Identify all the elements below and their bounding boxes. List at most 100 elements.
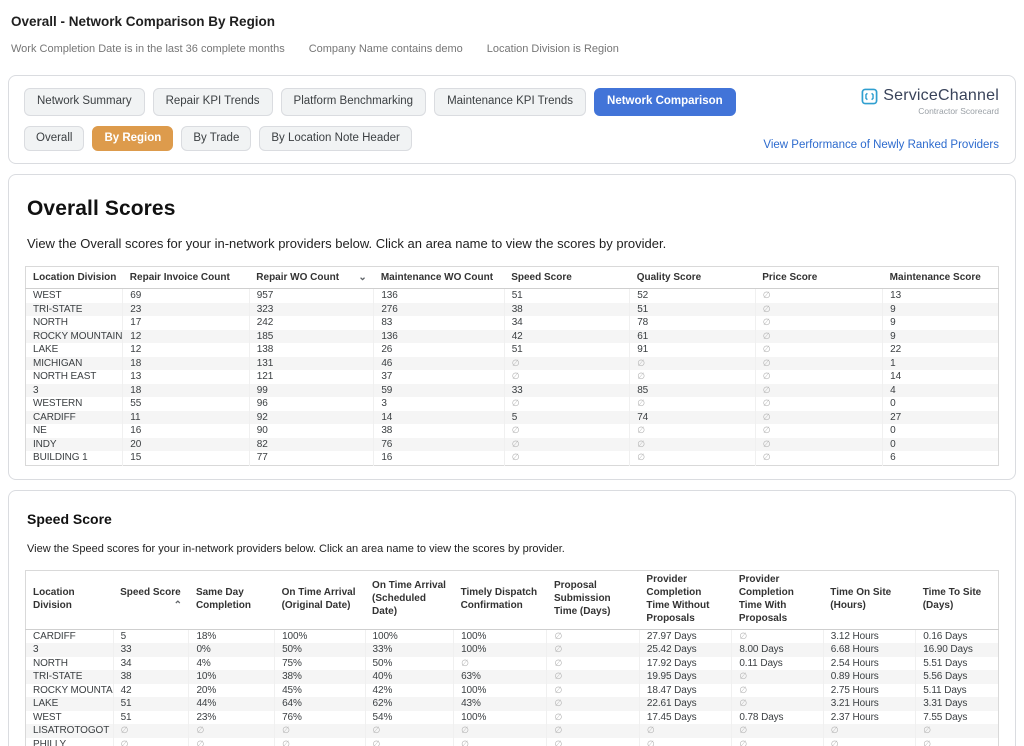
value-cell: 51 bbox=[630, 303, 756, 317]
newly-ranked-providers-link[interactable]: View Performance of Newly Ranked Provide… bbox=[763, 139, 999, 151]
value-cell: 54% bbox=[365, 711, 454, 725]
value-cell: 38 bbox=[374, 424, 504, 438]
area-name-cell[interactable]: TRI-STATE bbox=[26, 303, 123, 317]
area-name-cell[interactable]: LISATROTOGOT bbox=[26, 724, 114, 738]
value-cell: 0 bbox=[883, 397, 999, 411]
value-cell: 4 bbox=[883, 384, 999, 398]
column-header-on-time-arrival-scheduled-date[interactable]: On Time Arrival (Scheduled Date) bbox=[365, 570, 454, 629]
tab-network-comparison[interactable]: Network Comparison bbox=[594, 88, 736, 116]
value-cell: ∅ bbox=[189, 724, 275, 738]
area-name-cell[interactable]: LAKE bbox=[26, 343, 123, 357]
tab-by-location-note-header[interactable]: By Location Note Header bbox=[259, 126, 412, 152]
tab-maintenance-kpi-trends[interactable]: Maintenance KPI Trends bbox=[434, 88, 586, 116]
column-header-same-day-completion[interactable]: Same Day Completion bbox=[189, 570, 275, 629]
area-name-cell[interactable]: CARDIFF bbox=[26, 629, 114, 643]
value-cell: ∅ bbox=[639, 738, 731, 746]
null-value-icon: ∅ bbox=[923, 739, 931, 746]
area-name-cell[interactable]: WEST bbox=[26, 289, 123, 303]
area-name-cell[interactable]: MICHIGAN bbox=[26, 357, 123, 371]
value-cell: 22 bbox=[883, 343, 999, 357]
value-cell: ∅ bbox=[755, 316, 882, 330]
column-header-maintenance-wo-count[interactable]: Maintenance WO Count bbox=[374, 267, 504, 289]
area-name-cell[interactable]: NE bbox=[26, 424, 123, 438]
area-name-cell[interactable]: NORTH bbox=[26, 657, 114, 671]
value-cell: 96 bbox=[249, 397, 374, 411]
column-header-quality-score[interactable]: Quality Score bbox=[630, 267, 756, 289]
column-header-timely-dispatch-confirmation[interactable]: Timely Dispatch Confirmation bbox=[454, 570, 547, 629]
tab-network-summary[interactable]: Network Summary bbox=[24, 88, 145, 116]
value-cell: 34 bbox=[504, 316, 630, 330]
table-row: WEST699571365152∅13 bbox=[26, 289, 999, 303]
tab-repair-kpi-trends[interactable]: Repair KPI Trends bbox=[153, 88, 273, 116]
value-cell: 63% bbox=[454, 670, 547, 684]
primary-tab-bar: Network Summary Repair KPI Trends Platform… bbox=[24, 88, 1000, 116]
area-name-cell[interactable]: CARDIFF bbox=[26, 411, 123, 425]
overall-scores-section: Overall Scores View the Overall scores f… bbox=[8, 174, 1016, 480]
value-cell: ∅ bbox=[732, 684, 823, 698]
tab-by-trade[interactable]: By Trade bbox=[181, 126, 251, 152]
null-value-icon: ∅ bbox=[763, 452, 771, 462]
tab-overall[interactable]: Overall bbox=[24, 126, 84, 152]
null-value-icon: ∅ bbox=[554, 698, 562, 708]
null-value-icon: ∅ bbox=[923, 725, 931, 735]
area-name-cell[interactable]: NORTH EAST bbox=[26, 370, 123, 384]
value-cell: ∅ bbox=[454, 724, 547, 738]
table-row: PHILLY∅∅∅∅∅∅∅∅∅∅ bbox=[26, 738, 999, 746]
value-cell: 42% bbox=[365, 684, 454, 698]
value-cell: ∅ bbox=[732, 738, 823, 746]
table-row: LAKE5144%64%62%43%∅22.61 Days∅3.21 Hours… bbox=[26, 697, 999, 711]
area-name-cell[interactable]: PHILLY bbox=[26, 738, 114, 746]
area-name-cell[interactable]: BUILDING 1 bbox=[26, 451, 123, 465]
tab-by-region[interactable]: By Region bbox=[92, 126, 173, 152]
null-value-icon: ∅ bbox=[554, 712, 562, 722]
value-cell: ∅ bbox=[755, 451, 882, 465]
value-cell: 23 bbox=[123, 303, 249, 317]
area-name-cell[interactable]: WEST bbox=[26, 711, 114, 725]
area-name-cell[interactable]: ROCKY MOUNTAIN bbox=[26, 684, 114, 698]
column-header-price-score[interactable]: Price Score bbox=[755, 267, 882, 289]
area-name-cell[interactable]: LAKE bbox=[26, 697, 114, 711]
value-cell: ∅ bbox=[630, 370, 756, 384]
null-value-icon: ∅ bbox=[763, 344, 771, 354]
value-cell: ∅ bbox=[755, 438, 882, 452]
null-value-icon: ∅ bbox=[373, 739, 381, 746]
value-cell: 2.37 Hours bbox=[823, 711, 915, 725]
column-header-location-division[interactable]: Location Division bbox=[26, 267, 123, 289]
area-name-cell[interactable]: 3 bbox=[26, 384, 123, 398]
value-cell: ∅ bbox=[639, 724, 731, 738]
null-value-icon: ∅ bbox=[554, 644, 562, 654]
column-header-maintenance-score[interactable]: Maintenance Score bbox=[883, 267, 999, 289]
value-cell: 100% bbox=[275, 629, 365, 643]
area-name-cell[interactable]: WESTERN bbox=[26, 397, 123, 411]
area-name-cell[interactable]: 3 bbox=[26, 643, 114, 657]
column-header-repair-invoice-count[interactable]: Repair Invoice Count bbox=[123, 267, 249, 289]
column-header-time-on-site-hours[interactable]: Time On Site (Hours) bbox=[823, 570, 915, 629]
value-cell: 0.11 Days bbox=[732, 657, 823, 671]
null-value-icon: ∅ bbox=[121, 725, 129, 735]
area-name-cell[interactable]: NORTH bbox=[26, 316, 123, 330]
column-header-speed-score[interactable]: Speed Score bbox=[504, 267, 630, 289]
column-header-repair-wo-count[interactable]: Repair WO Count⌄ bbox=[249, 267, 374, 289]
column-header-proposal-submission-time-days[interactable]: Proposal Submission Time (Days) bbox=[547, 570, 639, 629]
value-cell: 51 bbox=[504, 289, 630, 303]
null-value-icon: ∅ bbox=[554, 631, 562, 641]
column-header-time-to-site-days[interactable]: Time To Site (Days) bbox=[916, 570, 999, 629]
area-name-cell[interactable]: TRI-STATE bbox=[26, 670, 114, 684]
area-name-cell[interactable]: INDY bbox=[26, 438, 123, 452]
tab-platform-benchmarking[interactable]: Platform Benchmarking bbox=[281, 88, 427, 116]
value-cell: ∅ bbox=[547, 724, 639, 738]
brand: ServiceChannel Contractor Scorecard bbox=[861, 87, 999, 116]
column-header-on-time-arrival-original-date[interactable]: On Time Arrival (Original Date) bbox=[275, 570, 365, 629]
value-cell: ∅ bbox=[547, 670, 639, 684]
column-header-location-division[interactable]: Location Division bbox=[26, 570, 114, 629]
value-cell: 38 bbox=[113, 670, 189, 684]
null-value-icon: ∅ bbox=[637, 398, 645, 408]
column-header-provider-completion-time-without-proposals[interactable]: Provider Completion Time Without Proposa… bbox=[639, 570, 731, 629]
filter-company-name: Company Name contains demo bbox=[309, 43, 463, 55]
area-name-cell[interactable]: ROCKY MOUNTAIN bbox=[26, 330, 123, 344]
value-cell: 50% bbox=[365, 657, 454, 671]
column-header-speed-score[interactable]: Speed Score⌃ bbox=[113, 570, 189, 629]
value-cell: 34 bbox=[113, 657, 189, 671]
value-cell: ∅ bbox=[504, 424, 630, 438]
column-header-provider-completion-time-with-proposals[interactable]: Provider Completion Time With Proposals bbox=[732, 570, 823, 629]
